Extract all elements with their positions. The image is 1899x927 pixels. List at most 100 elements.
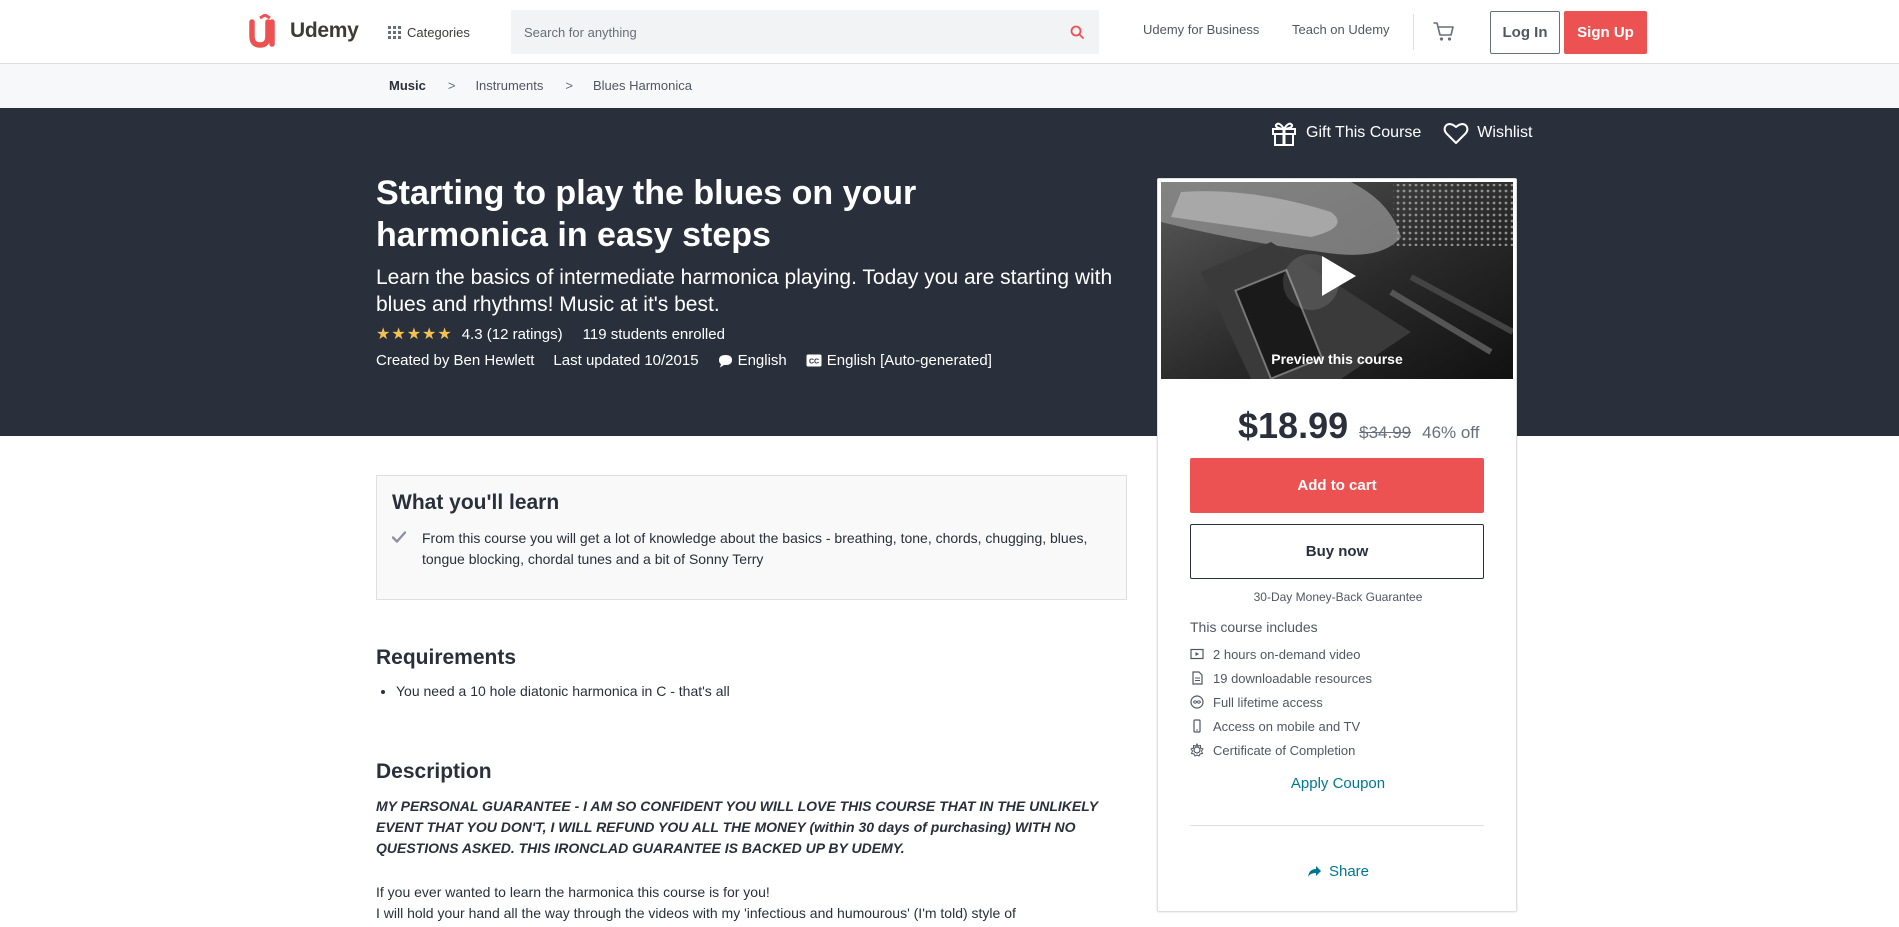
wishlist-label: Wishlist [1477, 124, 1533, 141]
udemy-logo[interactable]: Udemy [246, 14, 359, 48]
gift-label: Gift This Course [1306, 124, 1422, 141]
description-title: Description [376, 760, 492, 783]
ratings-count: (12 ratings) [486, 325, 563, 343]
speech-bubble-icon [718, 354, 732, 367]
language-label: English [737, 352, 787, 369]
list-item: 19 downloadable resources [1190, 666, 1372, 690]
share-button[interactable]: Share [1158, 863, 1518, 880]
price-row: $18.99 $34.99 46% off [1238, 405, 1479, 447]
guarantee-text: MY PERSONAL GUARANTEE - I AM SO CONFIDEN… [376, 798, 1098, 856]
grid-icon [388, 25, 401, 39]
course-meta: Created by Ben Hewlett Last updated 10/2… [376, 352, 992, 369]
course-hero: Gift This Course Wishlist Starting to pl… [0, 108, 1899, 436]
list-item: Certificate of Completion [1190, 738, 1372, 762]
breadcrumb: Music > Instruments > Blues Harmonica [389, 78, 692, 93]
requirements-list: You need a 10 hole diatonic harmonica in… [396, 683, 730, 699]
list-item: From this course you will get a lot of k… [392, 528, 1112, 570]
rating-row: ★ ★ ★ ★ ★ 4.3 (12 ratings) 119 students … [376, 324, 725, 344]
signup-button[interactable]: Sign Up [1564, 11, 1647, 54]
gift-icon [1272, 122, 1296, 146]
last-updated: Last updated 10/2015 [553, 352, 699, 369]
header-divider [1413, 14, 1414, 50]
list-item: Full lifetime access [1190, 690, 1372, 714]
description-paragraph: I will hold your hand all the way throug… [376, 905, 1016, 921]
breadcrumb-item-blues-harmonica[interactable]: Blues Harmonica [593, 78, 692, 93]
learn-title: What you'll learn [392, 491, 560, 514]
preview-label: Preview this course [1271, 351, 1403, 367]
includes-list: 2 hours on-demand video 19 downloadable … [1190, 642, 1372, 762]
money-back-guarantee: 30-Day Money-Back Guarantee [1253, 590, 1423, 604]
course-preview[interactable]: Preview this course [1161, 182, 1513, 379]
breadcrumb-item-music[interactable]: Music [389, 78, 426, 93]
udemy-for-business-link[interactable]: Udemy for Business [1143, 22, 1259, 37]
breadcrumb-separator: > [565, 78, 573, 93]
brand-name: Udemy [290, 19, 359, 42]
include-label: Full lifetime access [1213, 694, 1323, 710]
created-by: Created by Ben Hewlett [376, 352, 535, 369]
rating-number: 4.3 [461, 325, 483, 343]
categories-menu[interactable]: Categories [388, 20, 470, 44]
rating-stars: ★ ★ ★ ★ ★ [376, 324, 452, 344]
description-paragraph: If you ever wanted to learn the harmonic… [376, 884, 770, 900]
course-title: Starting to play the blues on your harmo… [376, 174, 917, 254]
star-half-icon: ★ [437, 326, 452, 343]
cart-button[interactable] [1432, 20, 1458, 44]
card-divider [1190, 825, 1484, 826]
file-icon [1192, 671, 1203, 685]
includes-title: This course includes [1190, 619, 1318, 635]
rating-value[interactable]: 4.3 (12 ratings) [462, 326, 563, 343]
breadcrumb-bar: Music > Instruments > Blues Harmonica [0, 64, 1899, 108]
include-label: 19 downloadable resources [1213, 670, 1372, 686]
breadcrumb-item-instruments[interactable]: Instruments [475, 78, 543, 93]
discount-badge: 46% off [1422, 423, 1480, 442]
star-icon: ★ [422, 326, 437, 343]
apply-coupon-link[interactable]: Apply Coupon [1158, 775, 1518, 792]
checkmark-icon [392, 531, 406, 543]
gift-course-button[interactable]: Gift This Course [1270, 120, 1421, 146]
buy-now-button[interactable]: Buy now [1190, 524, 1484, 579]
purchase-card: Preview this course $18.99 $34.99 46% of… [1157, 178, 1517, 912]
svg-text:CC: CC [809, 359, 819, 366]
mobile-icon [1193, 719, 1201, 733]
udemy-logo-icon [249, 14, 275, 48]
search-bar [511, 10, 1099, 54]
original-price: $34.99 [1359, 423, 1412, 442]
course-subtitle: Learn the basics of intermediate harmoni… [376, 266, 1113, 316]
search-input[interactable] [511, 10, 1055, 54]
cart-icon [1433, 22, 1454, 41]
teach-on-udemy-link[interactable]: Teach on Udemy [1292, 22, 1390, 37]
list-item: Access on mobile and TV [1190, 714, 1372, 738]
list-item: 2 hours on-demand video [1190, 642, 1372, 666]
current-price: $18.99 [1238, 405, 1349, 446]
categories-label: Categories [407, 24, 470, 40]
include-label: Certificate of Completion [1213, 742, 1356, 758]
list-item: You need a 10 hole diatonic harmonica in… [396, 683, 730, 699]
star-icon: ★ [406, 326, 422, 343]
heart-icon [1443, 122, 1469, 144]
wishlist-button[interactable]: Wishlist [1443, 122, 1532, 145]
search-icon [1070, 25, 1084, 39]
breadcrumb-separator: > [447, 78, 456, 93]
star-icon: ★ [376, 326, 391, 343]
include-label: 2 hours on-demand video [1213, 646, 1361, 662]
what-youll-learn: What you'll learn From this course you w… [376, 475, 1127, 600]
language-info: English [718, 352, 787, 369]
requirements-title: Requirements [376, 646, 517, 669]
play-icon [1322, 256, 1356, 296]
search-button[interactable] [1055, 10, 1099, 54]
closed-captions-icon: CC [806, 354, 822, 367]
captions-info: CC English [Auto-generated] [806, 352, 992, 369]
top-header: Udemy Categories Udemy for Business Teac… [0, 0, 1899, 64]
video-icon [1190, 648, 1204, 660]
star-icon: ★ [391, 326, 406, 343]
include-label: Access on mobile and TV [1213, 718, 1361, 734]
add-to-cart-button[interactable]: Add to cart [1190, 458, 1484, 513]
students-enrolled: 119 students enrolled [582, 325, 725, 343]
certificate-icon [1190, 743, 1204, 757]
share-icon [1307, 866, 1321, 877]
learn-item-text: From this course you will get a lot of k… [422, 530, 1088, 567]
share-label: Share [1328, 863, 1370, 880]
login-button[interactable]: Log In [1490, 11, 1560, 54]
infinity-icon [1190, 695, 1204, 709]
hero-actions: Gift This Course Wishlist [1270, 120, 1532, 146]
